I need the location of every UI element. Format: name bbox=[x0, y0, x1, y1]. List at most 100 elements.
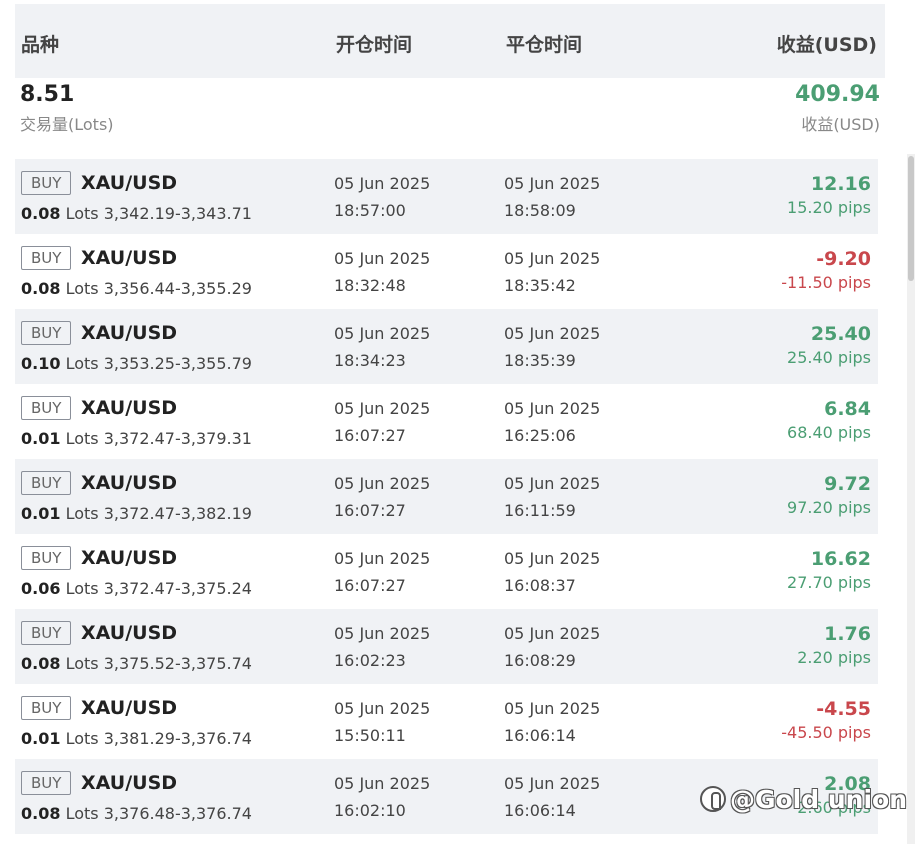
side-badge: BUY bbox=[21, 771, 72, 795]
side-badge: BUY bbox=[21, 171, 72, 195]
close-datetime: 05 Jun 2025 18:58:09 bbox=[504, 170, 600, 224]
close-date: 05 Jun 2025 bbox=[504, 549, 601, 568]
trade-row[interactable]: BUY XAU/USD 0.08 Lots 3,375.52-3,375.74 05 … bbox=[15, 609, 878, 684]
total-volume: 8.51 bbox=[20, 82, 75, 107]
open-datetime: 05 Jun 2025 16:02:10 bbox=[334, 770, 430, 824]
side-badge: BUY bbox=[21, 321, 72, 345]
lots-and-prices: 0.08 Lots 3,376.48-3,376.74 bbox=[21, 804, 252, 823]
symbol: XAU/USD bbox=[81, 772, 178, 794]
symbol: XAU/USD bbox=[81, 697, 178, 719]
lots-unit: Lots bbox=[65, 729, 99, 748]
watermark-text: @Gold union bbox=[729, 785, 907, 814]
open-time: 16:07:27 bbox=[334, 501, 406, 520]
open-time: 16:02:23 bbox=[334, 651, 406, 670]
open-date: 05 Jun 2025 bbox=[334, 699, 431, 718]
close-time: 16:08:37 bbox=[504, 576, 576, 595]
trade-row[interactable]: BUY XAU/USD 0.01 Lots 3,372.47-3,382.19 05 … bbox=[15, 459, 878, 534]
open-datetime: 05 Jun 2025 16:07:27 bbox=[334, 545, 430, 599]
open-time: 16:07:27 bbox=[334, 426, 406, 445]
open-time: 18:32:48 bbox=[334, 276, 406, 295]
symbol: XAU/USD bbox=[81, 547, 178, 569]
side-badge: BUY bbox=[21, 471, 72, 495]
open-datetime: 05 Jun 2025 18:34:23 bbox=[334, 320, 430, 374]
trade-row[interactable]: BUY XAU/USD 0.01 Lots 3,381.29-3,376.74 05 … bbox=[15, 684, 878, 759]
side-badge: BUY bbox=[21, 621, 72, 645]
open-date: 05 Jun 2025 bbox=[334, 474, 431, 493]
trade-profit: 16.62 bbox=[810, 548, 871, 570]
lots-unit: Lots bbox=[65, 429, 99, 448]
total-profit: 409.94 bbox=[795, 82, 880, 107]
scrollbar[interactable] bbox=[907, 154, 915, 844]
price-range: 3,353.25-3,355.79 bbox=[103, 354, 252, 373]
symbol: XAU/USD bbox=[81, 172, 178, 194]
close-datetime: 05 Jun 2025 16:06:14 bbox=[504, 695, 600, 749]
close-time: 16:06:14 bbox=[504, 726, 576, 745]
trade-list: BUY XAU/USD 0.08 Lots 3,342.19-3,343.71 05 … bbox=[15, 159, 878, 834]
lots-and-prices: 0.01 Lots 3,372.47-3,379.31 bbox=[21, 429, 252, 448]
lots-value: 0.01 bbox=[21, 504, 61, 523]
open-time: 16:02:10 bbox=[334, 801, 406, 820]
lots-and-prices: 0.06 Lots 3,372.47-3,375.24 bbox=[21, 579, 252, 598]
open-time: 15:50:11 bbox=[334, 726, 406, 745]
lots-and-prices: 0.01 Lots 3,381.29-3,376.74 bbox=[21, 729, 252, 748]
price-range: 3,372.47-3,375.24 bbox=[103, 579, 252, 598]
close-time: 18:35:39 bbox=[504, 351, 576, 370]
trade-pips: 68.40 pips bbox=[787, 423, 871, 442]
trade-profit: 6.84 bbox=[824, 398, 871, 420]
lots-and-prices: 0.10 Lots 3,353.25-3,355.79 bbox=[21, 354, 252, 373]
lots-unit: Lots bbox=[65, 204, 99, 223]
trade-row[interactable]: BUY XAU/USD 0.08 Lots 3,356.44-3,355.29 05 … bbox=[15, 234, 878, 309]
lots-unit: Lots bbox=[65, 654, 99, 673]
close-time: 18:35:42 bbox=[504, 276, 576, 295]
lots-and-prices: 0.08 Lots 3,356.44-3,355.29 bbox=[21, 279, 252, 298]
trade-profit: 1.76 bbox=[824, 623, 871, 645]
open-date: 05 Jun 2025 bbox=[334, 774, 431, 793]
open-datetime: 05 Jun 2025 18:32:48 bbox=[334, 245, 430, 299]
summary-row: 8.51 交易量(Lots) 409.94 收益(USD) bbox=[15, 82, 885, 142]
total-profit-label: 收益(USD) bbox=[801, 115, 880, 134]
trade-profit: 25.40 bbox=[810, 323, 871, 345]
symbol: XAU/USD bbox=[81, 397, 178, 419]
trade-pips: 15.20 pips bbox=[787, 198, 871, 217]
trade-pips: -45.50 pips bbox=[781, 723, 871, 742]
open-date: 05 Jun 2025 bbox=[334, 399, 431, 418]
header-profit[interactable]: 收益(USD) bbox=[777, 30, 877, 57]
trade-pips: 97.20 pips bbox=[787, 498, 871, 517]
header-close-time[interactable]: 平仓时间 bbox=[506, 30, 582, 57]
trade-pips: 25.40 pips bbox=[787, 348, 871, 367]
side-badge: BUY bbox=[21, 246, 72, 270]
trade-pips: 2.20 pips bbox=[797, 648, 871, 667]
lots-value: 0.08 bbox=[21, 654, 61, 673]
close-datetime: 05 Jun 2025 16:25:06 bbox=[504, 395, 600, 449]
total-volume-label: 交易量(Lots) bbox=[20, 115, 114, 134]
trade-row[interactable]: BUY XAU/USD 0.08 Lots 3,342.19-3,343.71 05 … bbox=[15, 159, 878, 234]
trade-row[interactable]: BUY XAU/USD 0.01 Lots 3,372.47-3,379.31 05 … bbox=[15, 384, 878, 459]
price-range: 3,372.47-3,379.31 bbox=[103, 429, 252, 448]
open-time: 16:07:27 bbox=[334, 576, 406, 595]
trade-row[interactable]: BUY XAU/USD 0.10 Lots 3,353.25-3,355.79 05 … bbox=[15, 309, 878, 384]
close-time: 16:11:59 bbox=[504, 501, 576, 520]
open-datetime: 05 Jun 2025 16:07:27 bbox=[334, 395, 430, 449]
header-open-time[interactable]: 开仓时间 bbox=[336, 30, 412, 57]
close-time: 16:25:06 bbox=[504, 426, 576, 445]
header-product[interactable]: 品种 bbox=[21, 30, 59, 57]
price-range: 3,356.44-3,355.29 bbox=[103, 279, 252, 298]
trade-pips: -11.50 pips bbox=[781, 273, 871, 292]
lots-value: 0.08 bbox=[21, 204, 61, 223]
open-datetime: 05 Jun 2025 15:50:11 bbox=[334, 695, 430, 749]
lots-unit: Lots bbox=[65, 579, 99, 598]
close-datetime: 05 Jun 2025 18:35:42 bbox=[504, 245, 600, 299]
open-date: 05 Jun 2025 bbox=[334, 624, 431, 643]
close-date: 05 Jun 2025 bbox=[504, 624, 601, 643]
open-datetime: 05 Jun 2025 16:07:27 bbox=[334, 470, 430, 524]
open-datetime: 05 Jun 2025 18:57:00 bbox=[334, 170, 430, 224]
symbol: XAU/USD bbox=[81, 322, 178, 344]
scrollbar-thumb[interactable] bbox=[908, 156, 914, 281]
trade-row[interactable]: BUY XAU/USD 0.06 Lots 3,372.47-3,375.24 05 … bbox=[15, 534, 878, 609]
close-time: 18:58:09 bbox=[504, 201, 576, 220]
open-date: 05 Jun 2025 bbox=[334, 249, 431, 268]
side-badge: BUY bbox=[21, 696, 72, 720]
price-range: 3,372.47-3,382.19 bbox=[103, 504, 252, 523]
lots-and-prices: 0.01 Lots 3,372.47-3,382.19 bbox=[21, 504, 252, 523]
close-date: 05 Jun 2025 bbox=[504, 174, 601, 193]
